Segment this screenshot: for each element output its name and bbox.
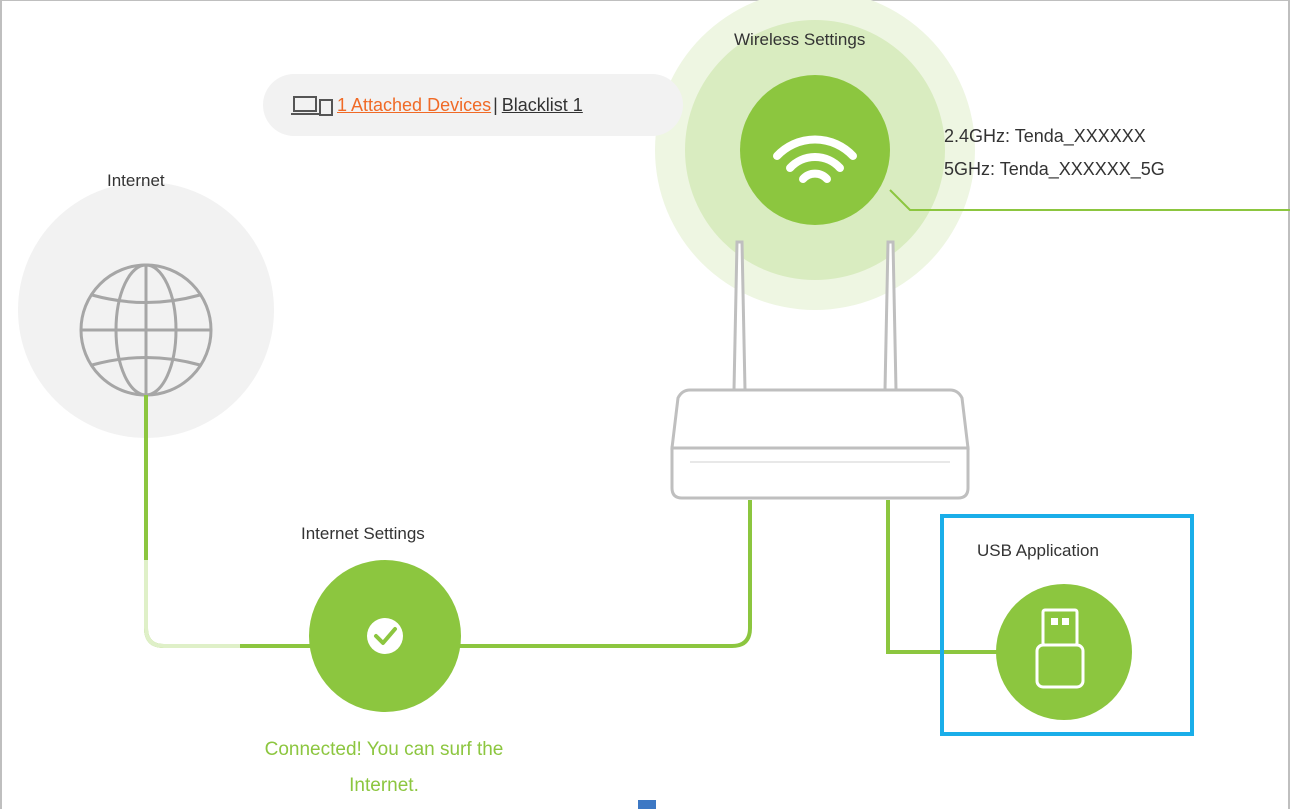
internet-settings-title: Internet Settings: [301, 524, 425, 543]
devices-separator: |: [493, 94, 498, 115]
connection-status: Connected! You can surf the Internet.: [204, 732, 564, 804]
internet-node[interactable]: [18, 182, 274, 438]
router-wan-line: [455, 500, 752, 648]
connection-status-line2: Internet.: [349, 775, 419, 796]
connection-status-line1: Connected! You can surf the: [264, 739, 504, 760]
devices-icon: [291, 96, 333, 116]
antenna-right: [883, 240, 898, 392]
usb-application-button[interactable]: [996, 584, 1132, 720]
blacklist-link[interactable]: Blacklist 1: [502, 95, 583, 116]
internet-settings-button[interactable]: [309, 560, 461, 712]
ssid-5ghz: 5GHz: Tenda_XXXXXX_5G: [944, 159, 1165, 179]
attached-devices-link[interactable]: 1 Attached Devices: [337, 95, 491, 116]
antenna-left: [732, 240, 747, 392]
scroll-marker: [638, 800, 656, 809]
wireless-settings-button[interactable]: [740, 75, 890, 225]
router-icon: [670, 388, 970, 500]
usb-application-title: USB Application: [977, 541, 1099, 560]
ssid-24ghz: 2.4GHz: Tenda_XXXXXX: [944, 126, 1146, 146]
wireless-settings-title[interactable]: Wireless Settings: [734, 30, 865, 50]
attached-devices-bar: 1 Attached Devices | Blacklist 1: [263, 74, 683, 136]
internet-link-highlight: [144, 560, 240, 648]
